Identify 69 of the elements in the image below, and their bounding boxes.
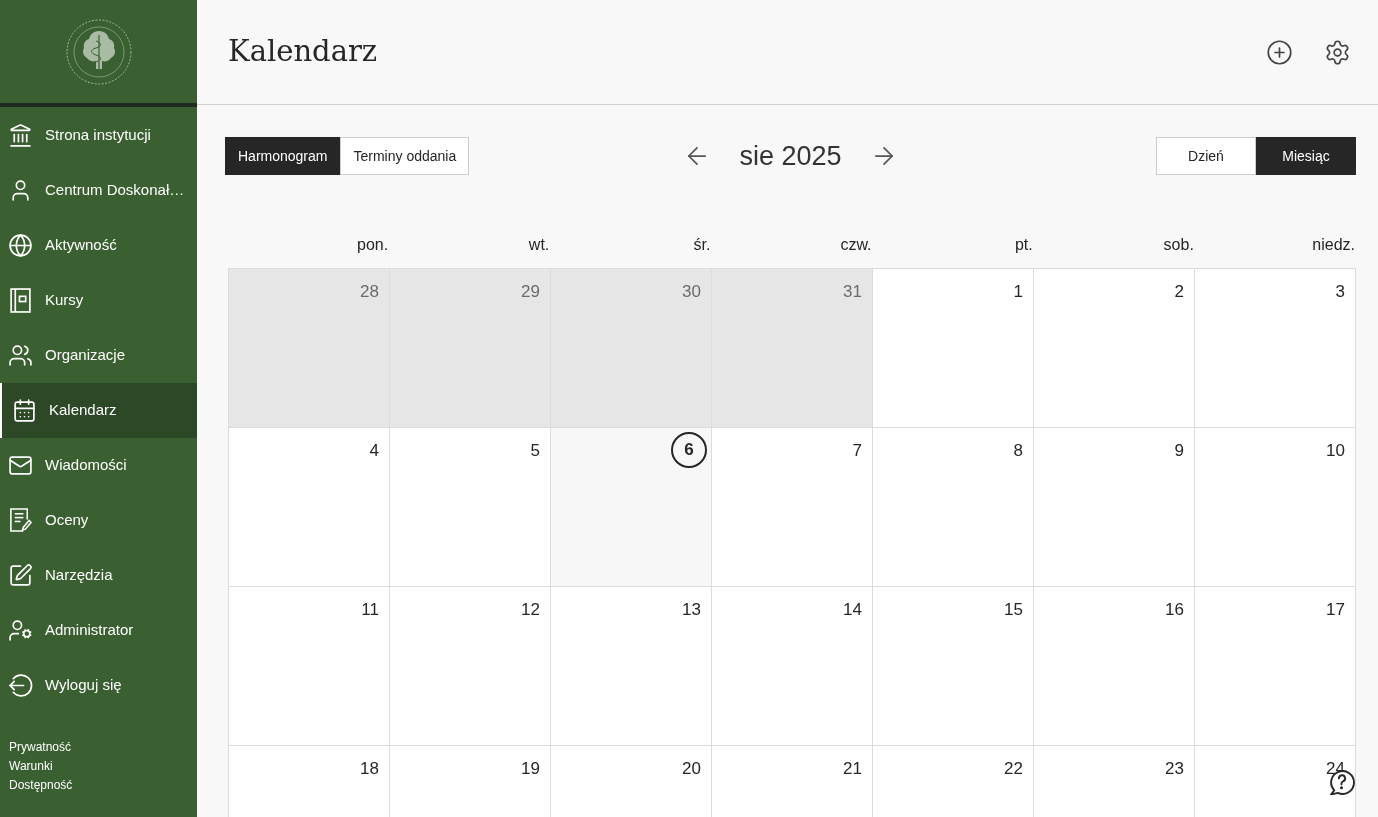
weekday-label: śr. bbox=[693, 234, 712, 255]
weekday-label: niedz. bbox=[1312, 234, 1356, 255]
day-number: 17 bbox=[1326, 598, 1345, 621]
day-number: 23 bbox=[1165, 757, 1184, 780]
nav-item[interactable]: Centrum Doskonał… bbox=[0, 163, 197, 218]
nav-item[interactable]: Organizacje bbox=[0, 328, 197, 383]
user-gear-icon bbox=[8, 618, 33, 643]
day-number: 5 bbox=[530, 439, 540, 462]
nav-item[interactable]: Kalendarz bbox=[0, 383, 197, 438]
weekday-label: sob. bbox=[1163, 234, 1195, 255]
day-number: 31 bbox=[843, 280, 862, 303]
page-title: Kalendarz bbox=[228, 33, 378, 71]
day-number: 20 bbox=[682, 757, 701, 780]
day-number: 6 bbox=[671, 431, 707, 468]
book-icon bbox=[8, 288, 33, 313]
tab[interactable]: Harmonogram bbox=[225, 137, 341, 176]
day-number: 2 bbox=[1174, 280, 1184, 303]
footer-link[interactable]: Warunki bbox=[9, 757, 53, 776]
day-number: 9 bbox=[1174, 439, 1184, 462]
calendar-icon bbox=[12, 398, 37, 423]
day-number: 29 bbox=[521, 280, 540, 303]
day-number: 28 bbox=[360, 280, 379, 303]
landmark-icon bbox=[8, 123, 33, 148]
day-number: 18 bbox=[360, 757, 379, 780]
nav-item[interactable]: Aktywność bbox=[0, 218, 197, 273]
day-number: 10 bbox=[1326, 439, 1345, 462]
weekday-label: wt. bbox=[528, 234, 551, 255]
plus-circle-icon bbox=[1266, 38, 1293, 66]
day-number: 12 bbox=[521, 598, 540, 621]
footer-link[interactable]: Prywatność bbox=[9, 738, 72, 757]
weekday-label: pon. bbox=[357, 234, 390, 255]
add-button[interactable] bbox=[1266, 38, 1293, 66]
weekday-label: pt. bbox=[1014, 234, 1034, 255]
logo bbox=[65, 18, 132, 85]
document-pen-icon bbox=[8, 508, 33, 533]
day-number: 4 bbox=[369, 439, 379, 462]
day-number: 30 bbox=[682, 280, 701, 303]
edit-icon bbox=[8, 563, 33, 588]
tab[interactable]: Terminy oddania bbox=[340, 137, 470, 176]
logout-icon bbox=[8, 673, 33, 698]
day-number: 22 bbox=[1004, 757, 1023, 780]
footer-link[interactable]: Dostępność bbox=[9, 776, 73, 795]
day-number: 14 bbox=[843, 598, 862, 621]
weekday-label: czw. bbox=[840, 234, 873, 255]
nav-item[interactable]: Oceny bbox=[0, 493, 197, 548]
settings-button[interactable] bbox=[1324, 38, 1351, 66]
day-number: 3 bbox=[1335, 280, 1345, 303]
day-number: 7 bbox=[852, 439, 862, 462]
day-number: 19 bbox=[521, 757, 540, 780]
nav-item[interactable]: Narzędzia bbox=[0, 548, 197, 603]
envelope-icon bbox=[8, 453, 33, 478]
nav-item[interactable]: Wyloguj się bbox=[0, 658, 197, 713]
people-icon bbox=[8, 343, 33, 368]
nav-item[interactable]: Kursy bbox=[0, 273, 197, 328]
day-number: 8 bbox=[1013, 439, 1023, 462]
day-number: 21 bbox=[843, 757, 862, 780]
nav-item[interactable]: Strona instytucji bbox=[0, 108, 197, 163]
day-number: 16 bbox=[1165, 598, 1184, 621]
settings-icon bbox=[1324, 38, 1351, 66]
day-number: 13 bbox=[682, 598, 701, 621]
nav-item[interactable]: Administrator bbox=[0, 603, 197, 658]
globe-icon bbox=[8, 233, 33, 258]
day-number: 15 bbox=[1004, 598, 1023, 621]
period-label: sie 2025 bbox=[739, 140, 842, 173]
tab[interactable]: Miesiąc bbox=[1256, 137, 1356, 176]
day-number: 11 bbox=[361, 598, 379, 621]
tab[interactable]: Dzień bbox=[1156, 137, 1256, 176]
day-number: 1 bbox=[1013, 280, 1023, 303]
nav-item[interactable]: Wiadomości bbox=[0, 438, 197, 493]
